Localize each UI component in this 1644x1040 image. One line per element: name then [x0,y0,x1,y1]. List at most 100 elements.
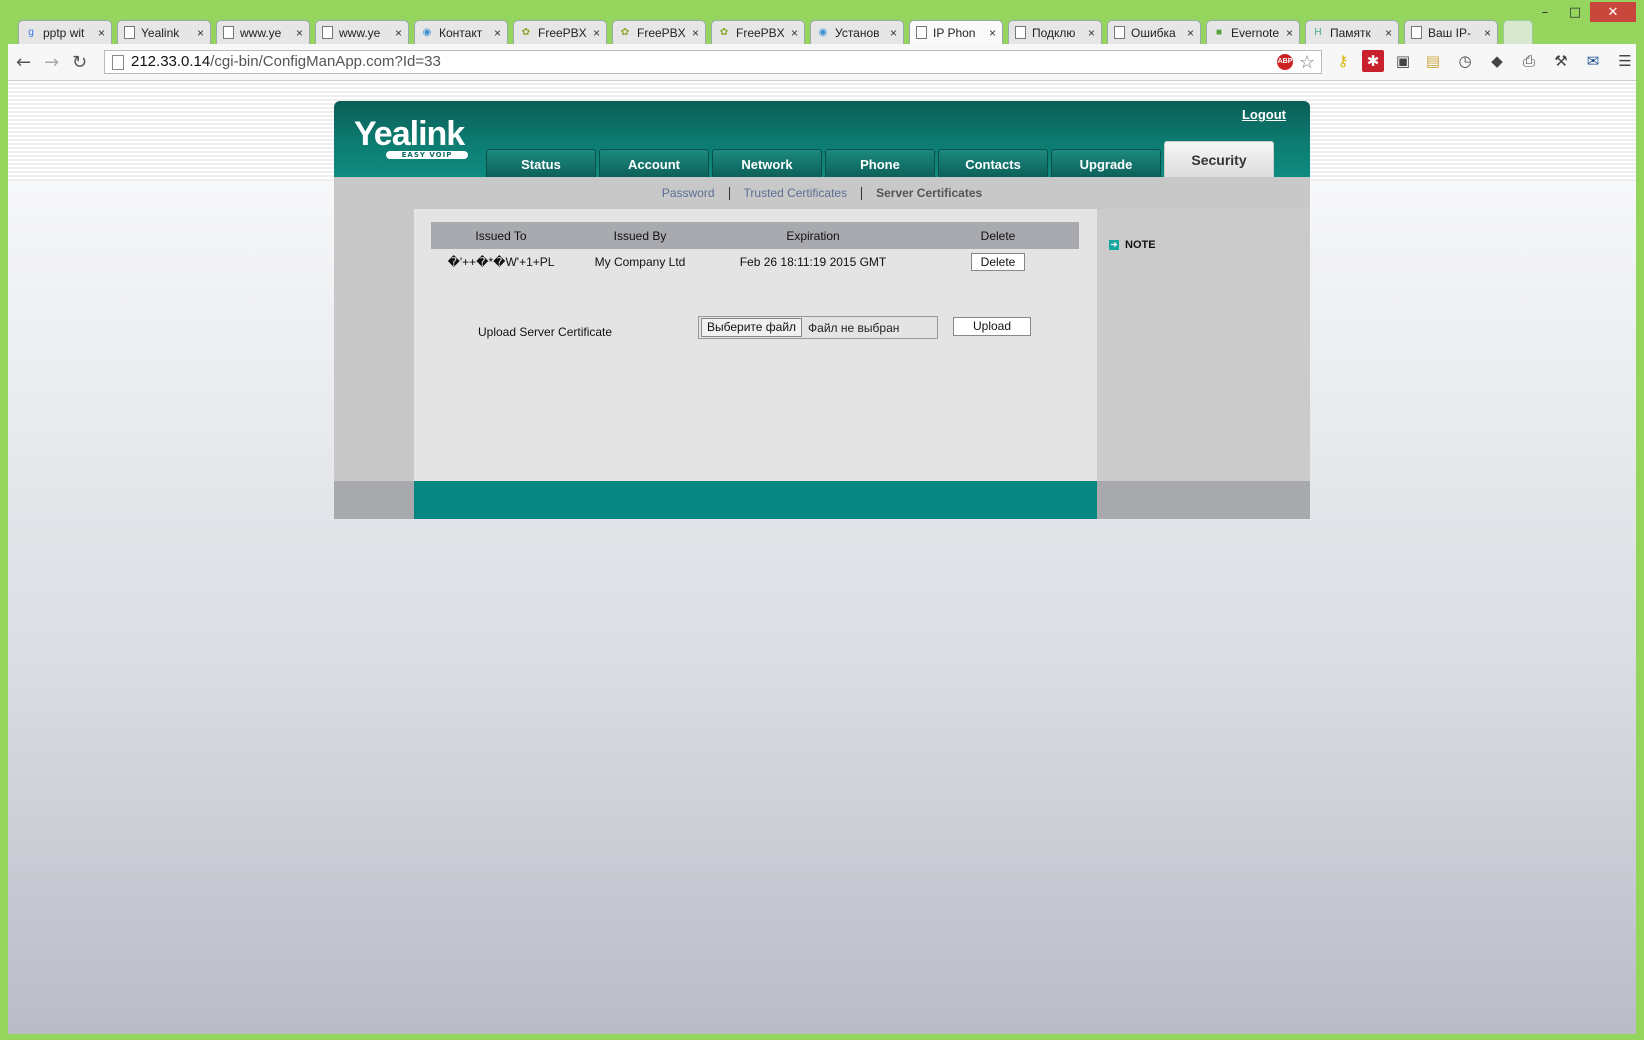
diamond-extension-icon[interactable]: ◆ [1486,50,1508,72]
tab-close-icon[interactable]: × [395,26,402,40]
browser-tab[interactable]: IP Phon × [909,20,1003,44]
adblock-icon[interactable]: ABP [1277,54,1293,70]
tab-label: Ошибка [1131,25,1176,40]
tab-strip: g pptp wit × Yealink × www.ye × www.ye × ◉ Контакт… [18,20,1538,44]
nav-tab-network[interactable]: Network [712,149,822,179]
browser-tab[interactable]: ■ Evernote × [1206,20,1300,44]
close-window-button[interactable]: ✕ [1590,2,1636,22]
freepbx-icon: ✿ [521,27,531,38]
printer-extension-icon[interactable]: ⎙ [1518,50,1540,72]
note-column: ➜ NOTE [1097,209,1310,481]
browser-tab[interactable]: Yealink × [117,20,211,44]
browser-tab[interactable]: Подклю × [1008,20,1102,44]
maximize-button[interactable]: □ [1560,2,1590,22]
choose-file-button[interactable]: Выберите файл [701,318,803,337]
browser-tab[interactable]: www.ye × [216,20,310,44]
tab-label: FreePBX [736,25,785,40]
window-controls: – □ ✕ [1530,2,1636,22]
tab-label: Подклю [1032,25,1076,40]
note-arrow-icon: ➜ [1109,240,1119,250]
subnav-password[interactable]: Password [648,186,729,200]
browser-tab[interactable]: ✿ FreePBX × [612,20,706,44]
browser-tab[interactable]: g pptp wit × [18,20,112,44]
tab-label: pptp wit [43,25,85,40]
key-extension-icon[interactable]: ⚷ [1332,50,1354,72]
tab-close-icon[interactable]: × [1286,26,1293,40]
tab-close-icon[interactable]: × [296,26,303,40]
footer-bar [414,481,1097,519]
cell-expiration: Feb 26 18:11:19 2015 GMT [739,255,887,269]
address-bar[interactable]: 212.33.0.14/cgi-bin/ConfigManApp.com?Id=… [104,50,1322,74]
bookmark-star-icon[interactable]: ☆ [1299,51,1315,73]
tab-close-icon[interactable]: × [890,26,897,40]
cell-delete: Delete [917,249,1079,275]
tab-close-icon[interactable]: × [1484,26,1491,40]
tab-label: Контакт [439,25,483,40]
tab-close-icon[interactable]: × [593,26,600,40]
browser-tab[interactable]: Ваш IP- × [1404,20,1498,44]
no-file-text: Файл не выбран [808,320,900,335]
page-icon [1114,26,1125,39]
browser-tab[interactable]: ◉ Установ × [810,20,904,44]
upload-button[interactable]: Upload [953,317,1031,336]
nav-tab-security[interactable]: Security [1164,141,1274,179]
browser-tab[interactable]: H Памятк × [1305,20,1399,44]
screenshot-extension-icon[interactable]: ▣ [1392,50,1414,72]
clock-extension-icon[interactable]: ◷ [1454,50,1476,72]
subnav-trusted-certificates[interactable]: Trusted Certificates [730,186,862,200]
notes-extension-icon[interactable]: ▤ [1422,50,1444,72]
cell-issued-to: �'++�*�W'+1+PL [447,255,555,269]
page-icon [112,55,124,70]
tab-close-icon[interactable]: × [98,26,105,40]
page-viewport: Yealink EASY VOIP Logout Status Account Ne… [8,81,1636,1034]
globe-icon: ◉ [422,27,432,38]
tab-close-icon[interactable]: × [197,26,204,40]
nav-tab-upgrade[interactable]: Upgrade [1051,149,1161,179]
page-icon [916,26,927,39]
nav-tab-contacts[interactable]: Contacts [938,149,1048,179]
subnav-server-certificates[interactable]: Server Certificates [862,186,996,200]
browser-tab[interactable]: www.ye × [315,20,409,44]
tab-close-icon[interactable]: × [1187,26,1194,40]
browser-window: – □ ✕ g pptp wit × Yealink × www.ye × www.ye × ◉ К… [0,0,1644,1040]
browser-tab[interactable]: Ошибка × [1107,20,1201,44]
menu-icon[interactable]: ☰ [1614,50,1636,72]
browser-tab[interactable]: ◉ Контакт × [414,20,508,44]
tab-label: www.ye [240,25,282,40]
col-issued-by: Issued By [571,222,709,249]
mail-extension-icon[interactable]: ✉ [1582,50,1604,72]
nav-tab-account[interactable]: Account [599,149,709,179]
tab-close-icon[interactable]: × [1088,26,1095,40]
tab-label: IP Phon [933,25,976,40]
lastpass-extension-icon[interactable]: ✱ [1362,50,1384,72]
forward-arrow-icon[interactable]: → [44,52,59,73]
col-issued-to: Issued To [431,222,571,249]
tab-close-icon[interactable]: × [989,26,996,40]
reload-icon[interactable]: ↻ [72,52,87,73]
browser-tab[interactable]: ✿ FreePBX × [513,20,607,44]
browser-tab[interactable]: ✿ FreePBX × [711,20,805,44]
back-arrow-icon[interactable]: ← [16,52,31,73]
wrench-extension-icon[interactable]: ⚒ [1550,50,1572,72]
minimize-button[interactable]: – [1530,2,1560,22]
tab-label: Установ [835,25,880,40]
freepbx-icon: ✿ [719,27,729,38]
file-input[interactable]: Выберите файл Файл не выбран [698,316,938,339]
table-row: �'++�*�W'+1+PL My Company Ltd Feb 26 18:… [431,249,1079,275]
delete-certificate-button[interactable]: Delete [971,253,1025,271]
tab-close-icon[interactable]: × [791,26,798,40]
main-nav: Status Account Network Phone Contacts Upgrade… [486,141,1277,179]
logout-link[interactable]: Logout [1242,107,1286,122]
tab-label: Evernote [1231,25,1280,40]
upload-label: Upload Server Certificate [478,325,613,339]
tab-close-icon[interactable]: × [692,26,699,40]
security-subnav: Password Trusted Certificates Server Cer… [334,177,1310,209]
tab-label: www.ye [339,25,381,40]
yealink-logo: Yealink [354,115,465,153]
nav-tab-phone[interactable]: Phone [825,149,935,179]
tab-close-icon[interactable]: × [494,26,501,40]
nav-tab-status[interactable]: Status [486,149,596,179]
new-tab-button[interactable] [1503,20,1533,44]
certificate-table: Issued To Issued By Expiration Delete �'… [431,222,1079,275]
tab-close-icon[interactable]: × [1385,26,1392,40]
